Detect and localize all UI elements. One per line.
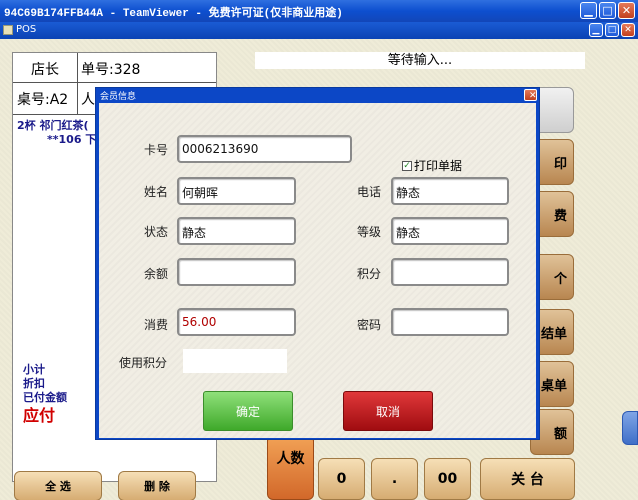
phone-label: 电话 (357, 185, 382, 199)
select-all-button[interactable]: 全 选 (14, 471, 102, 500)
dialog-title: 会员信息 (100, 92, 137, 102)
minimize-button[interactable]: ▁ (580, 2, 597, 19)
subtotal-label: 小计 (23, 363, 45, 376)
order-divider (77, 53, 78, 115)
delete-button[interactable]: 删 除 (118, 471, 196, 500)
consumption-field[interactable]: 56.00 (177, 308, 296, 336)
use-points-label: 使用积分 (119, 356, 168, 370)
pos-title: POS (16, 24, 37, 35)
maximize-icon: □ (602, 4, 613, 17)
card-number-field[interactable]: 0006213690 (177, 135, 352, 163)
teamviewer-title-bar: 94C69B174FFB44A - TeamViewer - 免费许可证(仅非商… (0, 0, 638, 22)
state-label: 状态 (144, 225, 169, 239)
consumption-label: 消费 (144, 318, 169, 332)
name-label: 姓名 (144, 185, 169, 199)
use-points-field[interactable] (183, 349, 287, 373)
dialog-close-button[interactable]: ✕ (524, 89, 537, 101)
confirm-button[interactable]: 确定 (203, 391, 293, 431)
discount-label: 折扣 (23, 377, 45, 390)
pos-close-button[interactable]: ✕ (621, 23, 635, 37)
close-icon: ✕ (529, 91, 537, 101)
dialog-body: 卡号 0006213690 ✓ 打印单据 姓名 何朝晖 电话 静态 状态 静态 … (99, 103, 536, 438)
pos-minimize-button[interactable]: ▁ (589, 23, 603, 37)
key-dot-button[interactable]: . (371, 458, 418, 500)
order-number: 单号:328 (81, 62, 141, 78)
minimize-icon: ▁ (584, 4, 593, 17)
minimize-icon: ▁ (592, 25, 600, 35)
people-button[interactable]: 人数 (267, 435, 314, 500)
password-field[interactable] (391, 308, 509, 336)
member-info-dialog: 会员信息 ✕ 卡号 0006213690 ✓ 打印单据 姓名 何朝晖 电话 静态… (95, 87, 540, 440)
checkbox-checked-icon[interactable]: ✓ (402, 160, 412, 171)
name-field[interactable]: 何朝晖 (177, 177, 296, 205)
balance-label: 余额 (144, 267, 169, 281)
maximize-button[interactable]: □ (599, 2, 616, 19)
side-tab[interactable] (622, 411, 638, 445)
teamviewer-title: 94C69B174FFB44A - TeamViewer - 免费许可证(仅非商… (4, 8, 343, 20)
order-item-note: **106 下 (47, 133, 97, 146)
points-field[interactable] (391, 258, 509, 286)
order-item[interactable]: 2杯 祁门红茶( (17, 119, 96, 133)
print-receipt-checkbox[interactable]: ✓ 打印单据 (402, 157, 462, 174)
points-label: 积分 (357, 267, 382, 281)
close-icon: ✕ (621, 4, 632, 17)
order-header-row: 店长 单号:328 (13, 53, 216, 83)
shop-manager-label: 店长 (31, 62, 59, 78)
order-item-list[interactable]: 2杯 祁门红茶( **106 下 (17, 119, 96, 147)
order-totals: 小计 折扣 已付金额 应付 (23, 363, 67, 427)
state-field[interactable]: 静态 (177, 217, 296, 245)
paid-label: 已付金额 (23, 391, 67, 404)
close-table-button[interactable]: 关 台 (480, 458, 575, 500)
level-field[interactable]: 静态 (391, 217, 509, 245)
pos-title-bar: POS ▁ □ ✕ (0, 22, 638, 39)
card-number-label: 卡号 (144, 143, 169, 157)
key-00-button[interactable]: 00 (424, 458, 471, 500)
table-number: 桌号:A2 (17, 92, 69, 108)
close-icon: ✕ (624, 25, 632, 35)
dialog-title-bar: 会员信息 ✕ (96, 88, 539, 103)
print-receipt-label: 打印单据 (414, 159, 463, 173)
amount-due-label: 应付 (23, 406, 56, 425)
cancel-button[interactable]: 取消 (343, 391, 433, 431)
pos-maximize-button[interactable]: □ (605, 23, 619, 37)
status-bar: 等待输入... (255, 52, 585, 69)
close-window-button[interactable]: ✕ (618, 2, 635, 19)
balance-field[interactable] (177, 258, 296, 286)
maximize-icon: □ (607, 25, 617, 35)
password-label: 密码 (357, 318, 382, 332)
level-label: 等级 (357, 225, 382, 239)
people-count-label: 人 (81, 92, 95, 108)
key-0-button[interactable]: 0 (318, 458, 365, 500)
phone-field[interactable]: 静态 (391, 177, 509, 205)
pos-app-icon (3, 25, 13, 35)
